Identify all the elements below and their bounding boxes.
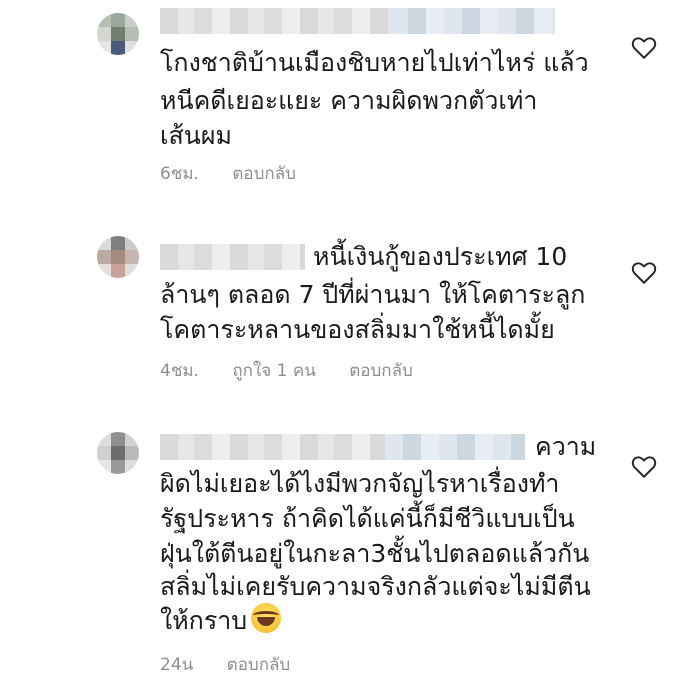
comment-text-line: ผิดไม่เยอะได้ไงมีพวกจัญไรหาเรื่องทำ bbox=[160, 469, 560, 498]
username-redacted[interactable] bbox=[160, 8, 390, 34]
avatar[interactable] bbox=[97, 13, 139, 55]
comment-meta: 4ชม. ถูกใจ 1 คน ตอบกลับ bbox=[160, 357, 441, 384]
comment-text-line: รัฐประหาร ถ้าคิดได้แค่นี้ก็มีชีวิแบบเป็น bbox=[160, 504, 575, 533]
comment-text: ให้กราบ bbox=[160, 606, 248, 635]
comment-text-line: เส้นผม bbox=[160, 121, 233, 150]
laughing-crying-emoji bbox=[251, 603, 282, 633]
username-redacted-tail bbox=[385, 434, 525, 460]
heart-outline-icon[interactable] bbox=[631, 36, 657, 60]
comment-text-line: โกงชาติบ้านเมืองชิบหายไปเท่าไหร่ แล้ว bbox=[160, 48, 589, 77]
heart-outline-icon[interactable] bbox=[631, 455, 657, 479]
reply-button[interactable]: ตอบกลับ bbox=[227, 655, 291, 675]
comment-text-line: หนีคดีเยอะแยะ ความผิดพวกตัวเท่า bbox=[160, 86, 538, 115]
reply-button[interactable]: ตอบกลับ bbox=[349, 361, 413, 381]
likes-count[interactable]: ถูกใจ 1 คน bbox=[232, 361, 315, 381]
comment-text-line: สลิ่มไม่เคยรับความจริงกลัวแต่จะไม่มีตีน bbox=[160, 572, 591, 601]
username-redacted[interactable] bbox=[160, 244, 305, 270]
heart-outline-icon[interactable] bbox=[631, 261, 657, 285]
comment-time: 24น bbox=[160, 655, 194, 675]
comment-time: 4ชม. bbox=[160, 361, 199, 381]
comment-meta: 6ชม. ตอบกลับ bbox=[160, 160, 324, 187]
comment-text-line: หนี้เงินกู้ของประเทศ 10 bbox=[313, 242, 568, 271]
username-redacted[interactable] bbox=[160, 434, 385, 460]
comment-text-line: โคตาระหลานของสลิ่มมาใช้หนี้ไดมั้ย bbox=[160, 315, 555, 344]
comment-time: 6ชม. bbox=[160, 164, 199, 184]
comment-text-line: ความ bbox=[535, 432, 597, 461]
comment-meta: 24น ตอบกลับ bbox=[160, 651, 318, 678]
comment-text-line: ล้านๆ ตลอด 7 ปีที่ผ่านมา ให้โคตาระลูก bbox=[160, 280, 586, 309]
avatar[interactable] bbox=[97, 432, 139, 474]
avatar[interactable] bbox=[97, 236, 139, 278]
comment-text-line-last: ให้กราบ bbox=[160, 602, 282, 640]
username-redacted-tail bbox=[390, 8, 555, 34]
reply-button[interactable]: ตอบกลับ bbox=[232, 164, 296, 184]
